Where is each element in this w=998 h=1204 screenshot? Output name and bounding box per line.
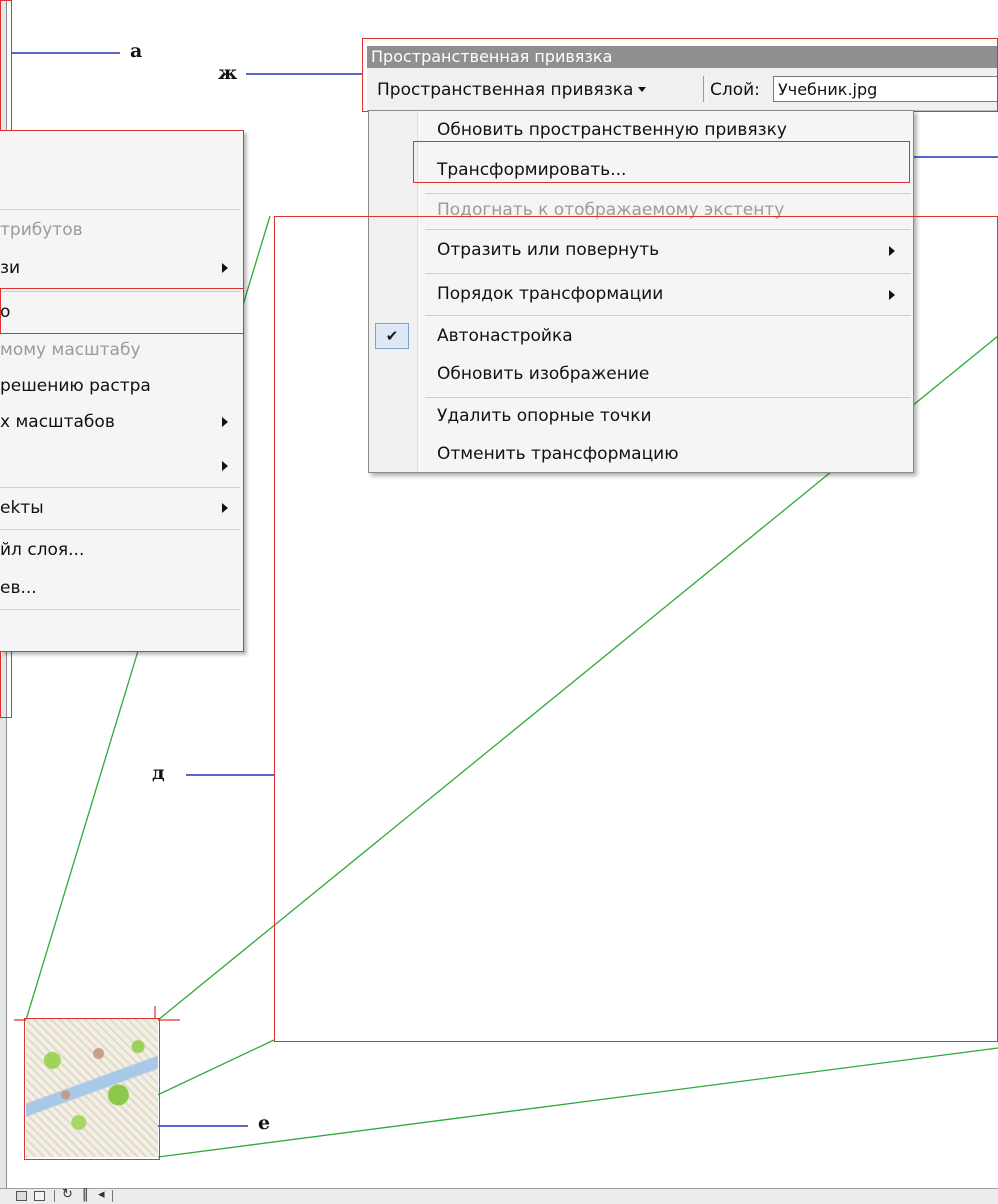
pause-icon[interactable]: ‖: [82, 1187, 89, 1202]
status-separator: [112, 1190, 113, 1202]
raster-thumbnail-highlight: [24, 1018, 160, 1160]
menu-separator: [0, 209, 240, 210]
context-menu-item[interactable]: решению растра: [0, 371, 240, 401]
submenu-arrow-icon: [222, 417, 228, 427]
menu-separator: [0, 609, 240, 610]
status-bar: ↻ ‖ ◂: [0, 1187, 998, 1204]
scroll-left-icon[interactable]: ◂: [98, 1187, 105, 1202]
context-menu-item[interactable]: х масштабов: [0, 407, 240, 437]
context-menu-item[interactable]: ekты: [0, 493, 240, 523]
context-menu-item[interactable]: йл слоя...: [0, 535, 240, 565]
status-separator: [54, 1190, 55, 1202]
connector-line: [157, 1047, 998, 1158]
menu-separator: [0, 529, 240, 530]
callout-a: а: [130, 40, 143, 62]
callout-d: д: [152, 762, 165, 784]
menu-separator: [0, 487, 240, 488]
transform-item-highlight: [413, 141, 910, 183]
menu-separator: [425, 193, 911, 194]
context-menu-item[interactable]: [0, 451, 240, 481]
submenu-arrow-icon: [222, 263, 228, 273]
context-menu-item[interactable]: ев...: [0, 573, 240, 603]
refresh-icon[interactable]: ↻: [62, 1187, 73, 1202]
submenu-arrow-icon: [222, 461, 228, 471]
toolbar-highlight: [362, 38, 998, 112]
context-menu-item[interactable]: трибутов: [0, 215, 240, 245]
context-menu-item[interactable]: зи: [0, 253, 240, 283]
callout-e: е: [258, 1112, 271, 1134]
context-menu-item[interactable]: мому масштабу: [0, 335, 240, 365]
data-view-icon[interactable]: [16, 1191, 27, 1201]
map-extent-highlight: [274, 216, 998, 1042]
layer-context-menu: трибутов зи о мому масштабу решению раст…: [0, 130, 244, 652]
context-menu-row-highlight: [0, 288, 244, 334]
layout-view-icon[interactable]: [34, 1191, 45, 1201]
callout-zh: ж: [218, 62, 238, 84]
submenu-arrow-icon: [222, 503, 228, 513]
